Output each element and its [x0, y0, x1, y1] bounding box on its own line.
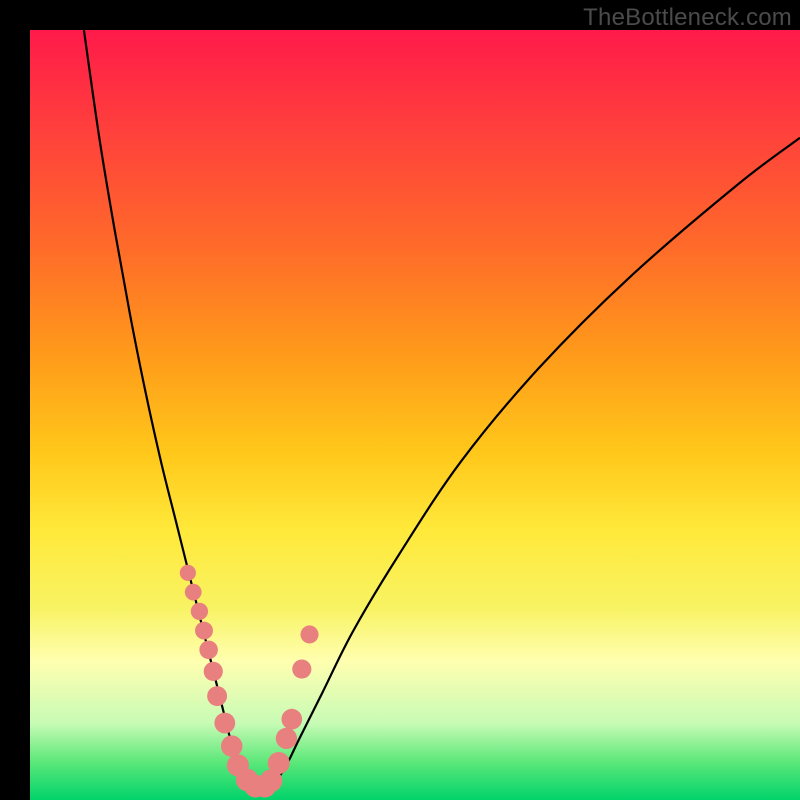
marker-point: [204, 662, 223, 681]
marker-point: [281, 709, 302, 730]
marker-point: [207, 686, 227, 706]
chart-frame: TheBottleneck.com: [0, 0, 800, 800]
marker-point: [214, 713, 235, 734]
marker-point: [300, 625, 318, 643]
marker-point: [276, 728, 297, 749]
chart-svg: [30, 30, 800, 800]
watermark-text: TheBottleneck.com: [583, 4, 792, 32]
marker-point: [221, 735, 243, 757]
marker-point: [292, 660, 311, 679]
marker-point: [195, 622, 213, 640]
bottleneck-curve: [84, 30, 800, 790]
marker-point: [180, 565, 196, 581]
marker-point: [191, 603, 208, 620]
marker-point: [199, 641, 218, 660]
marker-point: [268, 752, 290, 774]
marker-group: [180, 565, 319, 798]
marker-point: [185, 584, 202, 601]
plot-area: [30, 30, 800, 800]
